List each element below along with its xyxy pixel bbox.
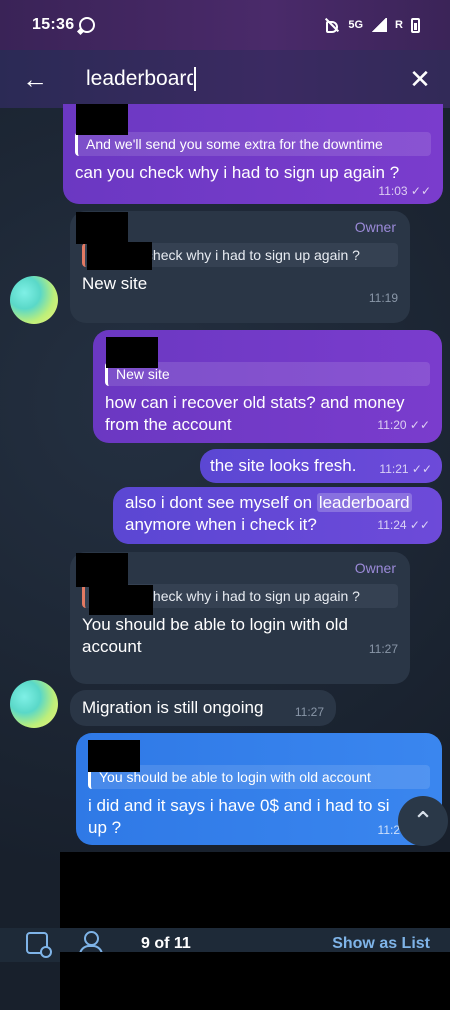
avatar[interactable] xyxy=(10,276,58,324)
time-label: 11:24 xyxy=(377,518,407,532)
message-time: 11:24 ✓✓ xyxy=(377,518,430,536)
reply-text: And we'll send you some extra for the do… xyxy=(86,136,383,152)
message-text: can you check why i had to sign up again… xyxy=(75,163,400,182)
calendar-search-icon[interactable] xyxy=(26,932,52,958)
scroll-up-button[interactable]: ⌃ xyxy=(398,796,448,846)
message-incoming[interactable]: Migration is still ongoing 11:27 xyxy=(70,690,336,726)
status-time: 15:36 xyxy=(32,16,75,33)
chat-screen: 15:36 5G R ← ✕ And we'll send you some e… xyxy=(0,0,450,1010)
message-time: 11:2 xyxy=(377,823,400,837)
reply-text: New site xyxy=(116,366,170,382)
message-outgoing[interactable]: the site looks fresh. 11:21 ✓✓ xyxy=(200,449,442,483)
whatsapp-icon xyxy=(79,17,96,33)
reply-quote[interactable]: And we'll send you some extra for the do… xyxy=(75,132,431,156)
owner-badge: Owner xyxy=(354,560,396,576)
read-check-icon: ✓✓ xyxy=(410,184,431,198)
search-input[interactable] xyxy=(86,67,196,91)
back-arrow-icon[interactable]: ← xyxy=(0,50,70,108)
message-text: Migration is still ongoing xyxy=(82,698,264,717)
search-highlight: leaderboard xyxy=(316,493,412,512)
read-check-icon: ✓✓ xyxy=(409,418,430,432)
close-icon[interactable]: ✕ xyxy=(390,50,450,108)
time-label: 11:20 xyxy=(377,418,407,432)
message-text-part: anymore when i check it? xyxy=(125,515,317,534)
message-text-part: also i dont see myself on xyxy=(125,493,317,512)
result-counter: 9 of 11 xyxy=(141,935,191,952)
network-label: 5G xyxy=(348,19,364,31)
redacted-block xyxy=(89,585,153,615)
battery-icon xyxy=(411,17,420,33)
time-label: 11:03 xyxy=(378,184,408,198)
redacted-block xyxy=(60,952,450,1010)
time-label: 11:21 xyxy=(379,462,409,476)
redacted-block xyxy=(88,740,140,772)
search-header: ← ✕ xyxy=(0,50,450,108)
message-text: the site looks fresh. xyxy=(210,456,357,475)
redacted-block xyxy=(76,553,128,587)
redacted-block xyxy=(87,242,152,270)
show-as-list-button[interactable]: Show as List xyxy=(332,935,430,953)
owner-badge: Owner xyxy=(354,219,396,235)
message-text: also i dont see myself on leaderboard xyxy=(125,492,430,514)
redacted-block xyxy=(76,104,128,135)
message-outgoing[interactable]: also i dont see myself on leaderboard an… xyxy=(113,487,442,544)
redacted-block xyxy=(106,337,158,368)
message-time: 11:21 ✓✓ xyxy=(379,462,432,476)
redacted-block xyxy=(76,212,128,244)
mute-icon xyxy=(324,18,340,33)
signal-icon xyxy=(371,18,388,32)
message-time: 11:27 xyxy=(294,705,324,719)
roaming-label: R xyxy=(395,19,403,31)
avatar[interactable] xyxy=(10,680,58,728)
status-icons: 5G R xyxy=(324,17,420,33)
status-bar: 15:36 5G R xyxy=(0,0,450,50)
read-check-icon: ✓✓ xyxy=(411,462,432,476)
redacted-block xyxy=(60,852,450,928)
read-check-icon: ✓✓ xyxy=(409,518,430,532)
message-time: 11:03 ✓✓ xyxy=(75,184,431,198)
